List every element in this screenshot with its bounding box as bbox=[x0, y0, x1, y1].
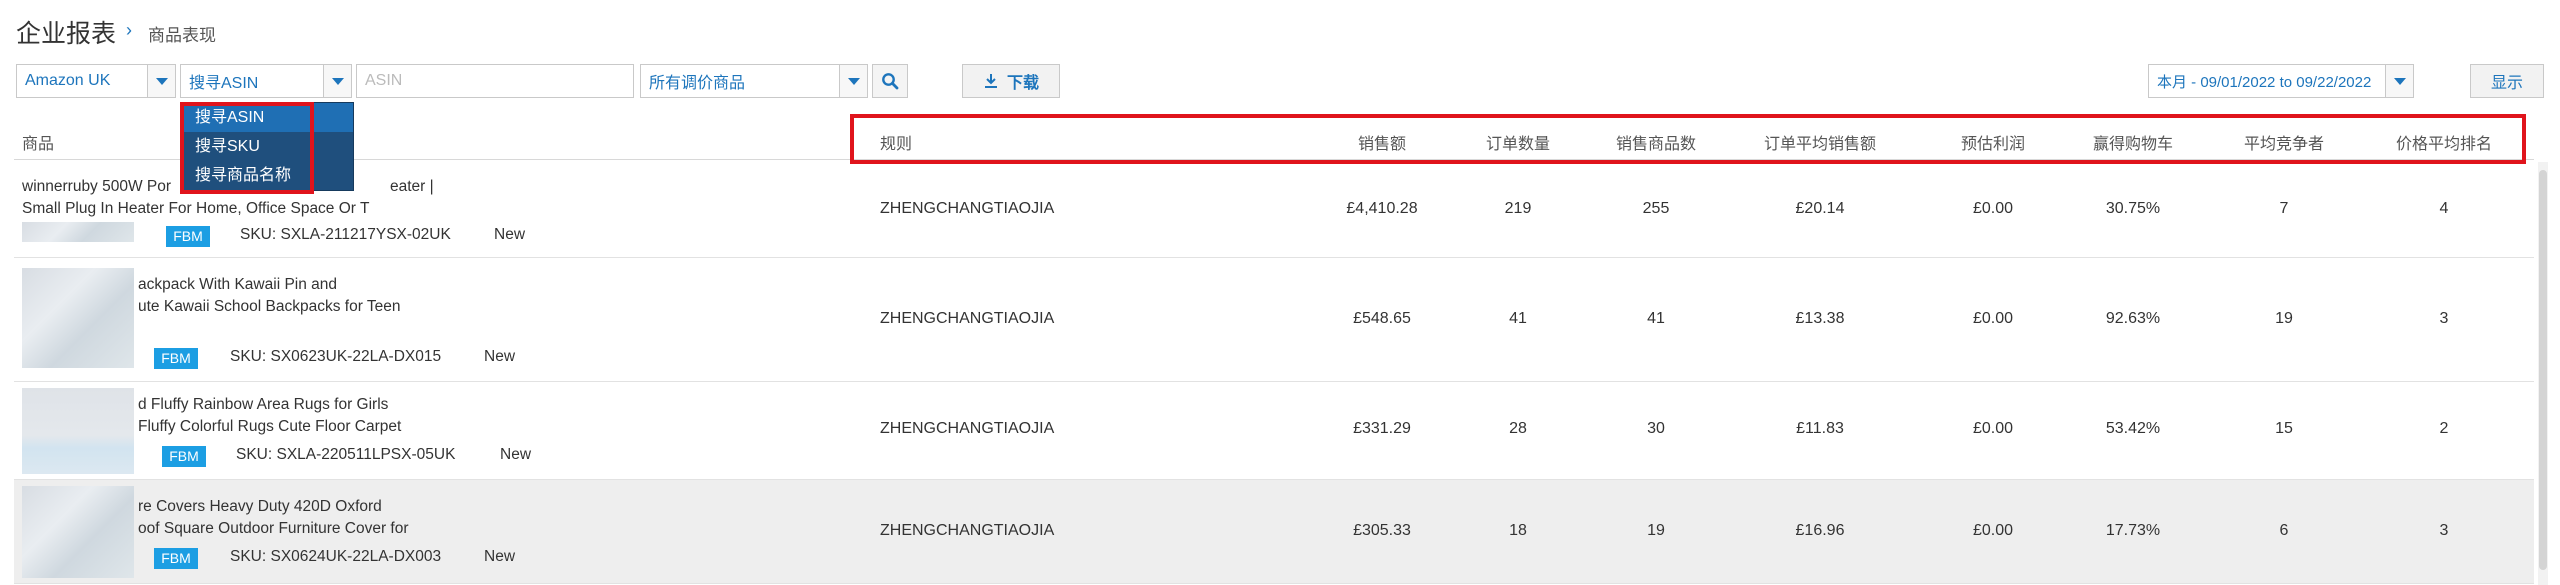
profit-value: £0.00 bbox=[1972, 522, 2014, 539]
table-row[interactable]: ackpack With Kawaii Pin and ute Kawaii S… bbox=[14, 258, 2534, 382]
buybox-value: 92.63% bbox=[2105, 310, 2161, 327]
marketplace-caret[interactable] bbox=[147, 65, 175, 97]
competitors-value: 7 bbox=[2279, 200, 2289, 217]
rule-value: ZHENGCHANGTIAOJIA bbox=[880, 200, 1055, 217]
profit-value: £0.00 bbox=[1972, 310, 2014, 327]
download-label: 下载 bbox=[1006, 75, 1039, 92]
avg-sale-value: £11.83 bbox=[1796, 420, 1844, 437]
column-product[interactable]: 商品 bbox=[22, 130, 54, 154]
chevron-down-icon bbox=[2393, 77, 2406, 85]
download-icon bbox=[984, 74, 997, 88]
rank-value: 4 bbox=[2439, 200, 2449, 217]
units-value: 255 bbox=[1642, 200, 1670, 217]
highlight-box-dropdown bbox=[180, 102, 314, 194]
product-thumbnail[interactable] bbox=[22, 268, 134, 368]
rank-value: 3 bbox=[2439, 310, 2449, 327]
product-thumbnail[interactable] bbox=[22, 388, 134, 474]
sales-value: £331.29 bbox=[1353, 420, 1411, 437]
buybox-value: 53.42% bbox=[2105, 420, 2161, 437]
buybox-value: 30.75% bbox=[2105, 200, 2161, 217]
search-type-value: 搜寻ASIN bbox=[189, 75, 259, 92]
download-button[interactable]: 下载 bbox=[962, 64, 1060, 98]
product-title-line2[interactable]: Fluffy Colorful Rugs Cute Floor Carpet bbox=[138, 418, 401, 436]
search-type-caret[interactable] bbox=[323, 65, 351, 97]
buybox-value: 17.73% bbox=[2105, 522, 2161, 539]
product-filter-value: 所有调价商品 bbox=[649, 75, 746, 92]
condition-text: New bbox=[494, 226, 526, 243]
sku-text: SKU: SX0624UK-22LA-DX003 bbox=[230, 548, 442, 565]
search-type-select[interactable]: 搜寻ASIN bbox=[180, 64, 352, 98]
product-filter-caret[interactable] bbox=[839, 65, 867, 97]
condition-text: New bbox=[484, 348, 516, 365]
chevron-down-icon bbox=[331, 77, 344, 85]
product-title-line1-end[interactable]: eater | bbox=[390, 178, 434, 196]
chevron-down-icon bbox=[155, 77, 168, 85]
competitors-value: 15 bbox=[2275, 420, 2293, 437]
table-row[interactable]: d Fluffy Rainbow Area Rugs for Girls Flu… bbox=[14, 382, 2534, 480]
page-title: 企业报表 bbox=[16, 20, 117, 48]
rule-value: ZHENGCHANGTIAOJIA bbox=[880, 420, 1055, 437]
condition-text: New bbox=[500, 446, 532, 463]
rank-value: 3 bbox=[2439, 522, 2449, 539]
avg-sale-value: £16.96 bbox=[1795, 522, 1845, 539]
profit-value: £0.00 bbox=[1972, 420, 2014, 437]
date-range-caret[interactable] bbox=[2385, 65, 2413, 97]
orders-value: 219 bbox=[1504, 200, 1532, 217]
sku-text: SKU: SXLA-211217YSX-02UK bbox=[240, 226, 451, 243]
breadcrumb[interactable]: 商品表现 bbox=[148, 21, 216, 46]
competitors-value: 19 bbox=[2275, 310, 2293, 327]
product-title-line1[interactable]: winnerruby 500W Por bbox=[22, 178, 171, 196]
sku-text: SKU: SX0623UK-22LA-DX015 bbox=[230, 348, 442, 365]
product-title-line1[interactable]: d Fluffy Rainbow Area Rugs for Girls bbox=[138, 396, 388, 414]
search-icon bbox=[882, 73, 899, 90]
asin-search-input[interactable] bbox=[356, 64, 634, 98]
product-thumbnail[interactable] bbox=[22, 222, 134, 242]
orders-value: 41 bbox=[1509, 310, 1527, 327]
units-value: 30 bbox=[1647, 420, 1665, 437]
units-value: 41 bbox=[1647, 310, 1665, 327]
search-button[interactable] bbox=[872, 64, 908, 98]
rule-value: ZHENGCHANGTIAOJIA bbox=[880, 310, 1055, 327]
sales-value: £4,410.28 bbox=[1346, 200, 1418, 217]
table-row[interactable]: winnerruby 500W Por eater | Small Plug I… bbox=[14, 162, 2534, 258]
rank-value: 2 bbox=[2439, 420, 2449, 437]
date-range-value: 本月 - 09/01/2022 to 09/22/2022 bbox=[2157, 73, 2372, 91]
date-range-select[interactable]: 本月 - 09/01/2022 to 09/22/2022 bbox=[2148, 64, 2414, 98]
orders-value: 18 bbox=[1509, 522, 1527, 539]
fbm-badge: FBM bbox=[154, 548, 198, 569]
fbm-badge: FBM bbox=[154, 348, 198, 369]
product-title-line1[interactable]: re Covers Heavy Duty 420D Oxford bbox=[138, 498, 382, 516]
condition-text: New bbox=[484, 548, 516, 565]
avg-sale-value: £13.38 bbox=[1795, 310, 1845, 327]
competitors-value: 6 bbox=[2279, 522, 2289, 539]
product-filter-select[interactable]: 所有调价商品 bbox=[640, 64, 868, 98]
rule-value: ZHENGCHANGTIAOJIA bbox=[880, 522, 1055, 539]
product-title-line1[interactable]: ackpack With Kawaii Pin and bbox=[138, 276, 337, 294]
product-title-line2[interactable]: oof Square Outdoor Furniture Cover for bbox=[138, 520, 409, 538]
show-button[interactable]: 显示 bbox=[2470, 64, 2544, 98]
sales-value: £548.65 bbox=[1353, 310, 1411, 327]
breadcrumb-arrow-icon: › bbox=[126, 20, 132, 40]
orders-value: 28 bbox=[1509, 420, 1527, 437]
scrollbar-thumb[interactable] bbox=[2539, 170, 2547, 570]
product-title-line2[interactable]: ute Kawaii School Backpacks for Teen bbox=[138, 298, 401, 316]
sku-text: SKU: SXLA-220511LPSX-05UK bbox=[236, 446, 456, 463]
sales-value: £305.33 bbox=[1353, 522, 1411, 539]
table-row[interactable]: re Covers Heavy Duty 420D Oxford oof Squ… bbox=[14, 480, 2534, 584]
chevron-down-icon bbox=[847, 77, 860, 85]
fbm-badge: FBM bbox=[166, 226, 210, 247]
fbm-badge: FBM bbox=[162, 446, 206, 467]
highlight-box-columns bbox=[850, 114, 2526, 164]
marketplace-select[interactable]: Amazon UK bbox=[16, 64, 176, 98]
product-title-line2[interactable]: Small Plug In Heater For Home, Office Sp… bbox=[22, 200, 369, 218]
units-value: 19 bbox=[1647, 522, 1665, 539]
marketplace-value: Amazon UK bbox=[25, 72, 111, 89]
avg-sale-value: £20.14 bbox=[1795, 200, 1845, 217]
profit-value: £0.00 bbox=[1972, 200, 2014, 217]
product-thumbnail[interactable] bbox=[22, 486, 134, 578]
